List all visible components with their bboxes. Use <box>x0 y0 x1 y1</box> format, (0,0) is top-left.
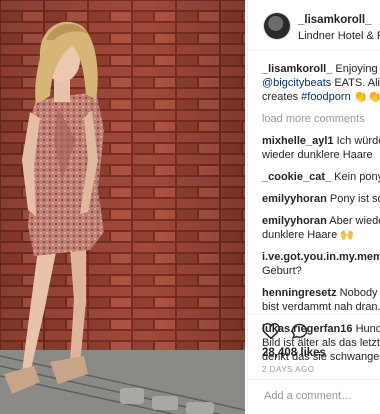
comment: _cookie_cat_ Kein pony <box>262 170 380 184</box>
comment-text: Nobody is <box>339 287 380 299</box>
caption-text-end: creates <box>262 91 302 103</box>
comment-text: Pony ist so g <box>329 193 380 205</box>
comment-bubble-icon[interactable] <box>291 323 308 345</box>
comment-username[interactable]: emilyyhoran <box>262 193 327 205</box>
post-location[interactable]: Lindner Hotel & Re <box>298 30 380 42</box>
caption-hashtag[interactable]: #foodporn <box>301 91 351 103</box>
post-timestamp: 2 DAYS AGO <box>262 365 315 374</box>
comment-username[interactable]: emilyyhoran <box>262 215 327 227</box>
comment: henningresetz Nobody is bist verdammt na… <box>262 286 380 314</box>
comment-username[interactable]: henningresetz <box>262 287 337 299</box>
comment-username[interactable]: i.ve.got.you.in.my.memes <box>262 251 380 263</box>
comment-text-line: Geburt? <box>262 265 302 277</box>
post-header: _lisamkoroll_ Lindner Hotel & Re <box>248 0 380 51</box>
post-details-panel: _lisamkoroll_ Lindner Hotel & Re _lisamk… <box>247 0 380 414</box>
caption-mention[interactable]: @bigcitybeats <box>262 77 331 89</box>
post-username[interactable]: _lisamkoroll_ <box>298 14 372 26</box>
load-more-comments-link[interactable]: load more comments <box>262 112 380 126</box>
comment-text: Ich würde k <box>336 135 380 147</box>
caption-text: Enjoying da <box>335 63 380 75</box>
post-actions: 28,408 likes 2 DAYS AGO <box>248 314 380 414</box>
comment-username[interactable]: mixhelle_ayl1 <box>262 135 334 147</box>
add-comment-input[interactable] <box>262 389 380 403</box>
post-photo[interactable] <box>0 0 245 414</box>
comment-text: Kein pony <box>334 171 380 183</box>
comment-text: Aber wieder <box>329 215 380 227</box>
add-comment-bar <box>248 379 380 414</box>
caption: _lisamkoroll_ Enjoying da @bigcitybeats … <box>262 62 380 104</box>
caption-text-mid: EATS. Alisa <box>334 77 380 89</box>
avatar[interactable] <box>264 13 290 39</box>
like-count[interactable]: 28,408 likes <box>262 347 326 359</box>
comment-text-line: bist verdammt nah dran.🙌 <box>262 301 380 313</box>
comment-text-line: dunklere Haare 🙌 <box>262 229 354 241</box>
comment: emilyyhoran Pony ist so g <box>262 192 380 206</box>
photo-illustration <box>0 0 245 414</box>
heart-outline-icon[interactable] <box>262 322 280 344</box>
comment-username[interactable]: _cookie_cat_ <box>262 171 331 183</box>
comment-text-line: wieder dunklere Haare <box>262 149 373 161</box>
caption-username[interactable]: _lisamkoroll_ <box>262 63 332 75</box>
caption-emoji: 👏👏 <box>353 91 380 103</box>
comment: mixhelle_ayl1 Ich würde k wieder dunkler… <box>262 134 380 162</box>
comment: i.ve.got.you.in.my.memes Geburt? <box>262 250 380 278</box>
comment: emilyyhoran Aber wieder dunklere Haare 🙌 <box>262 214 380 242</box>
instagram-post-view: _lisamkoroll_ Lindner Hotel & Re _lisamk… <box>0 0 380 414</box>
